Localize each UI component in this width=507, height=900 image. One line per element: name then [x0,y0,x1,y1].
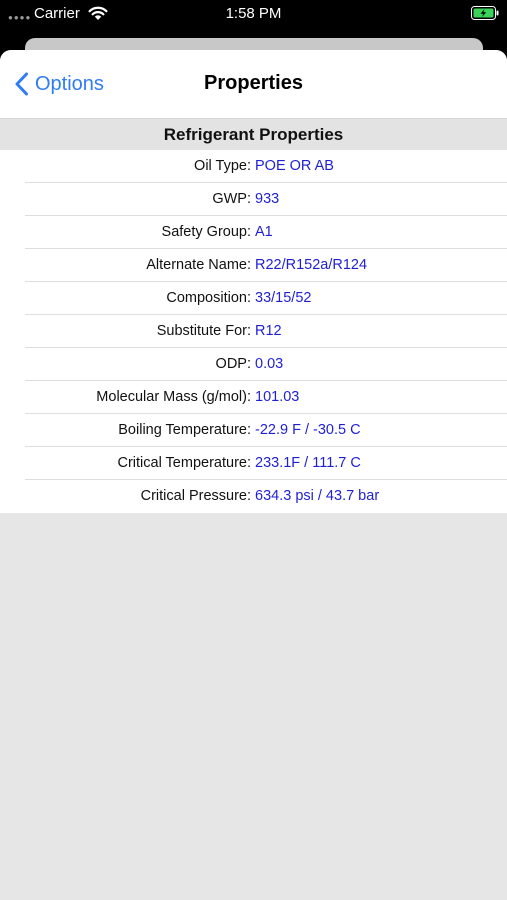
property-label: Alternate Name: [146,257,251,273]
battery-charging-icon [471,6,499,20]
property-label: GWP: [212,191,251,207]
navigation-bar: Options Properties [0,50,507,119]
property-row-safety-group: Safety Group: A1 [0,216,507,249]
property-row-gwp: GWP: 933 [0,183,507,216]
property-value: -22.9 F / -30.5 C [255,422,361,438]
property-row-boiling-temperature: Boiling Temperature: -22.9 F / -30.5 C [0,414,507,447]
property-row-composition: Composition: 33/15/52 [0,282,507,315]
status-bar: ●●●● Carrier 1:58 PM [0,0,507,30]
property-value: R22/R152a/R124 [255,257,368,273]
property-value: 33/15/52 [255,290,312,306]
property-label: ODP: [215,356,251,372]
properties-list: Oil Type: POE OR AB GWP: 933 Safety Grou… [0,150,507,513]
property-value: POE OR AB [255,158,334,174]
property-value: 634.3 psi / 43.7 bar [255,488,380,504]
property-row-critical-pressure: Critical Pressure: 634.3 psi / 43.7 bar [0,480,507,513]
property-label: Substitute For: [156,323,251,339]
property-row-alternate-name: Alternate Name: R22/R152a/R124 [0,249,507,282]
properties-sheet: Options Properties Refrigerant Propertie… [0,50,507,900]
property-value: R12 [255,323,282,339]
property-row-substitute-for: Substitute For: R12 [0,315,507,348]
property-label: Boiling Temperature: [118,422,251,438]
property-value: 233.1F / 111.7 C [255,455,361,471]
property-value: 0.03 [255,356,284,372]
property-row-oil-type: Oil Type: POE OR AB [0,150,507,183]
property-label: Composition: [166,290,251,306]
property-label: Critical Pressure: [140,488,251,504]
property-label: Critical Temperature: [117,455,251,471]
property-label: Oil Type: [194,158,251,174]
property-value: 101.03 [255,389,300,405]
property-label: Safety Group: [161,224,251,240]
page-title: Properties [204,72,303,94]
property-row-odp: ODP: 0.03 [0,348,507,381]
property-value: A1 [255,224,273,240]
property-row-molecular-mass: Molecular Mass (g/mol): 101.03 [0,381,507,414]
property-row-critical-temperature: Critical Temperature: 233.1F / 111.7 C [0,447,507,480]
property-value: 933 [255,191,280,207]
property-label: Molecular Mass (g/mol): [96,389,251,405]
status-time: 1:58 PM [225,5,282,22]
section-header: Refrigerant Properties [0,119,507,150]
